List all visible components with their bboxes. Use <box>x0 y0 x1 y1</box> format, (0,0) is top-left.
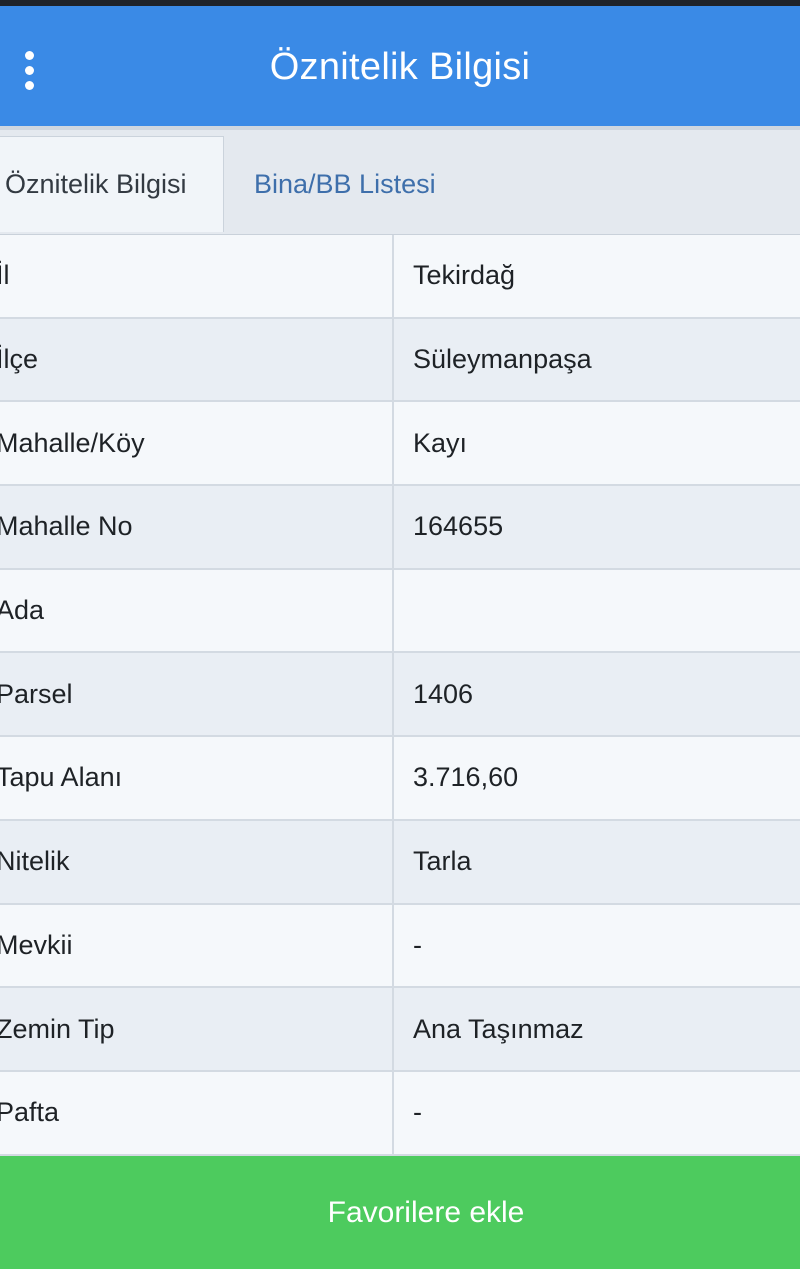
table-row: İl Tekirdağ <box>0 235 800 319</box>
table-row: Pafta - <box>0 1071 800 1156</box>
table-row: Tapu Alanı 3.716,60 <box>0 737 800 821</box>
row-value: - <box>413 1097 422 1128</box>
row-label: Tapu Alanı <box>0 762 123 793</box>
row-label: Nitelik <box>0 846 70 877</box>
table-row: Ada <box>0 569 800 654</box>
tab-oznitelik-bilgisi[interactable]: Öznitelik Bilgisi <box>0 136 224 232</box>
row-label: Pafta <box>0 1097 60 1128</box>
column-divider <box>392 988 394 1070</box>
row-value: 164655 <box>413 511 504 542</box>
table-row: Mahalle No 164655 <box>0 486 800 570</box>
row-value: 1406 <box>413 678 474 709</box>
row-label: Zemin Tip <box>0 1013 115 1044</box>
row-value: Süleymanpaşa <box>413 344 592 375</box>
row-value: - <box>413 929 422 960</box>
table-row: Parsel 1406 <box>0 653 800 738</box>
table-row: Mahalle/Köy Kayı <box>0 402 800 487</box>
tab-bina-bb-listesi[interactable]: Bina/BB Listesi <box>254 136 436 232</box>
column-divider <box>392 904 394 987</box>
row-value: Kayı <box>413 427 468 458</box>
column-divider <box>392 737 394 819</box>
row-value <box>413 570 800 652</box>
row-value: Ana Taşınmaz <box>413 1013 584 1044</box>
table-row: Nitelik Tarla <box>0 820 800 905</box>
row-value: 3.716,60 <box>413 762 519 793</box>
attribute-table: İl Tekirdağ İlçe Süleymanpaşa Mahalle/Kö… <box>0 235 800 1156</box>
column-divider <box>392 402 394 485</box>
row-label: Mahalle/Köy <box>0 427 145 458</box>
table-row: İlçe Süleymanpaşa <box>0 318 800 403</box>
row-label: İl <box>0 260 10 291</box>
tab-bar: Öznitelik Bilgisi Bina/BB Listesi <box>0 130 800 235</box>
row-label: Mevkii <box>0 929 73 960</box>
row-label: İlçe <box>0 344 39 375</box>
vertical-ellipsis-icon[interactable] <box>14 46 44 94</box>
column-divider <box>392 569 394 652</box>
page-title: Öznitelik Bilgisi <box>269 45 531 88</box>
row-label: Mahalle No <box>0 511 133 542</box>
app-header: Öznitelik Bilgisi <box>0 6 800 126</box>
table-row: Mevkii - <box>0 904 800 989</box>
column-divider <box>392 820 394 903</box>
column-divider <box>392 235 394 317</box>
table-row: Zemin Tip Ana Taşınmaz <box>0 988 800 1072</box>
column-divider <box>392 318 394 401</box>
row-value: Tekirdağ <box>413 260 516 291</box>
add-to-favorites-button[interactable]: Favorilere ekle <box>0 1156 800 1269</box>
row-value: Tarla <box>413 846 472 877</box>
column-divider <box>392 653 394 736</box>
row-label: Parsel <box>0 678 73 709</box>
column-divider <box>392 486 394 568</box>
row-label: Ada <box>0 595 45 626</box>
column-divider <box>392 1071 394 1154</box>
